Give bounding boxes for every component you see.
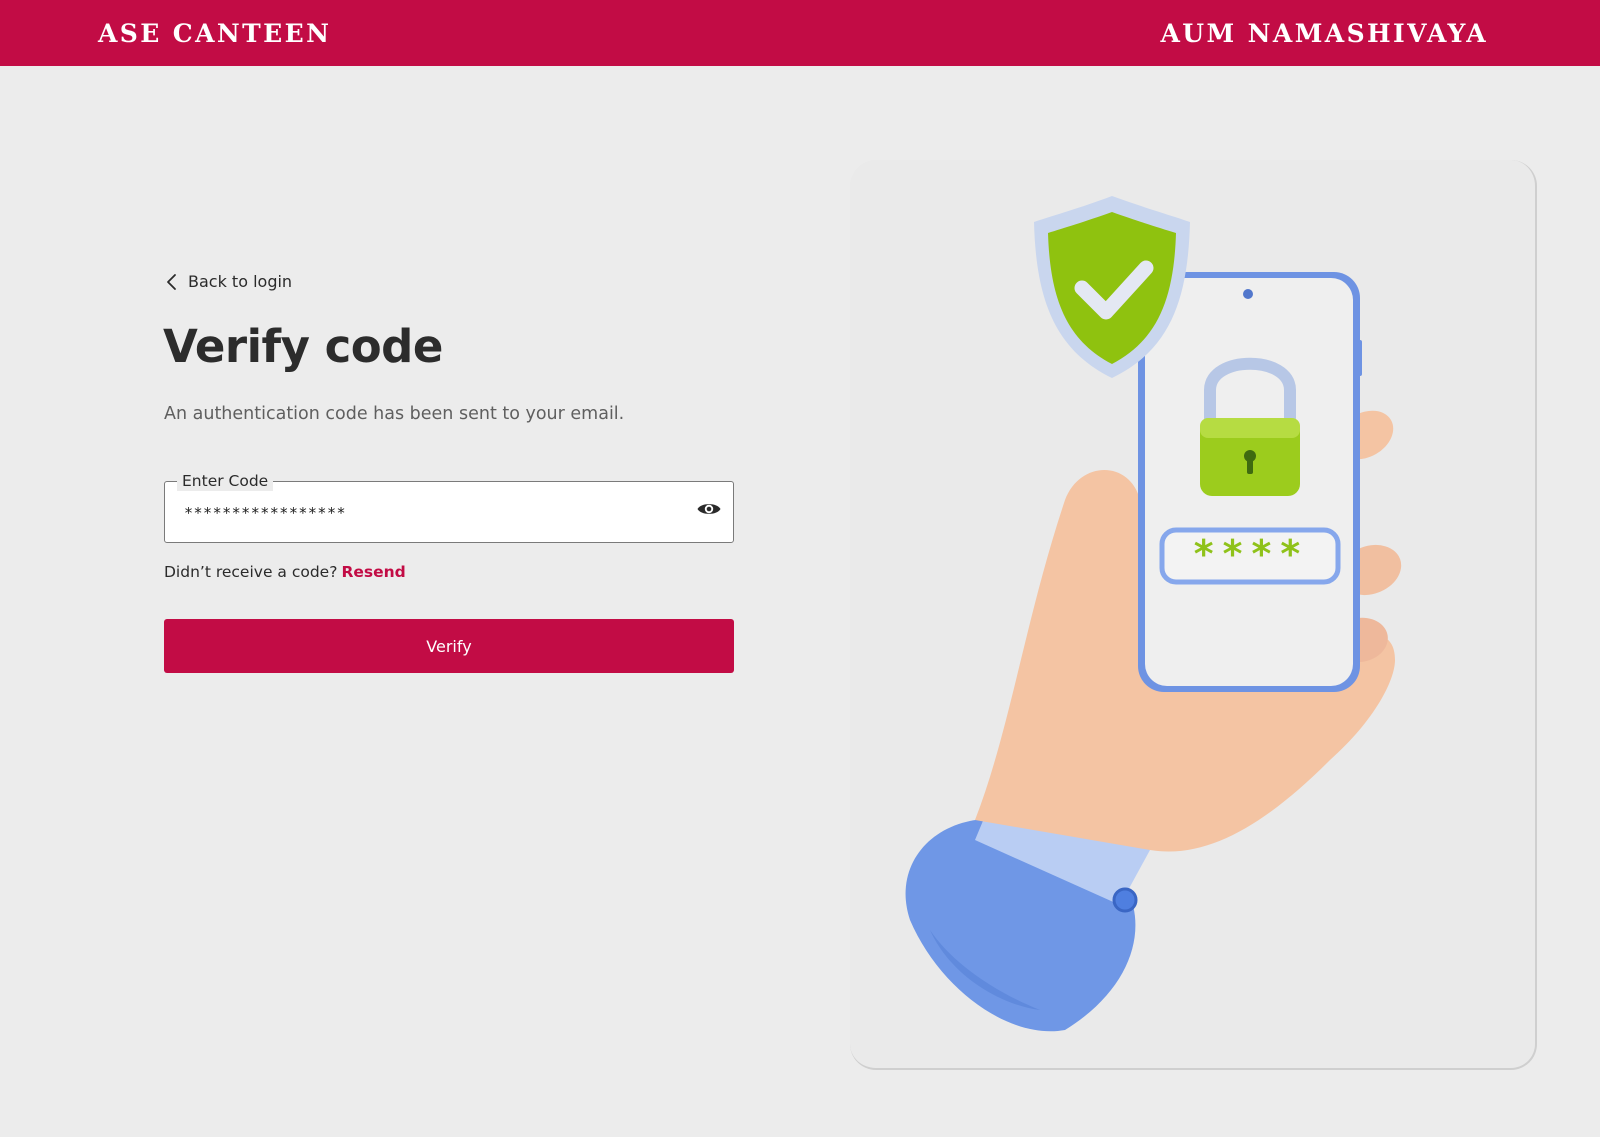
- resend-link[interactable]: Resend: [341, 563, 405, 581]
- resend-prompt: Didn’t receive a code?: [164, 563, 338, 581]
- back-to-login-link[interactable]: Back to login: [166, 272, 292, 291]
- brand-name[interactable]: ASE CANTEEN: [98, 19, 331, 48]
- chevron-left-icon: [167, 273, 176, 290]
- security-illustration: ****: [850, 160, 1537, 1070]
- code-input[interactable]: [182, 482, 666, 544]
- pin-mask: ****: [1192, 532, 1308, 576]
- page-title: Verify code: [163, 320, 443, 373]
- brand-motto: AUM NAMASHIVAYA: [1160, 18, 1488, 48]
- verify-button[interactable]: Verify: [164, 619, 734, 673]
- eye-icon[interactable]: [696, 500, 722, 518]
- back-to-login-label: Back to login: [188, 272, 293, 291]
- code-field: Enter Code: [164, 471, 734, 544]
- page-subtitle: An authentication code has been sent to …: [164, 404, 625, 424]
- top-bar: ASE CANTEEN AUM NAMASHIVAYA: [0, 0, 1600, 66]
- resend-row: Didn’t receive a code? Resend: [164, 563, 406, 581]
